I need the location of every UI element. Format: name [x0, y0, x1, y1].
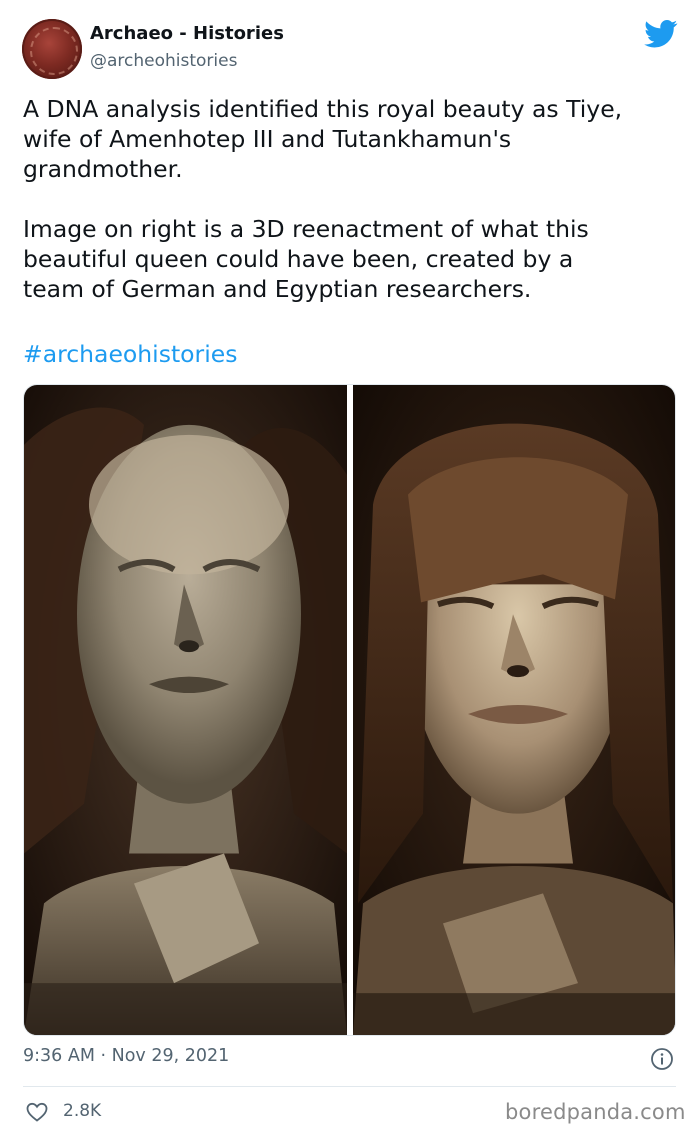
tweet-timestamp[interactable]: 9:36 AM · Nov 29, 2021 [23, 1046, 229, 1066]
hashtag-link[interactable]: #archaeohistories [23, 339, 237, 369]
watermark: boredpanda.com [505, 1100, 686, 1124]
like-count[interactable]: 2.8K [63, 1101, 101, 1121]
bird-icon[interactable] [644, 20, 678, 48]
tweet-text: A DNA analysis identified this royal bea… [23, 95, 623, 303]
author-handle[interactable]: @archeohistories [90, 51, 237, 71]
author-display-name[interactable]: Archaeo - Histories [90, 23, 284, 44]
info-icon[interactable] [650, 1047, 674, 1071]
avatar[interactable] [22, 19, 82, 79]
heart-icon[interactable] [25, 1100, 49, 1124]
tweet-media[interactable] [23, 384, 676, 1036]
mummy-photo[interactable] [24, 385, 347, 1035]
divider [23, 1086, 676, 1087]
3d-reconstruction[interactable] [353, 385, 676, 1035]
